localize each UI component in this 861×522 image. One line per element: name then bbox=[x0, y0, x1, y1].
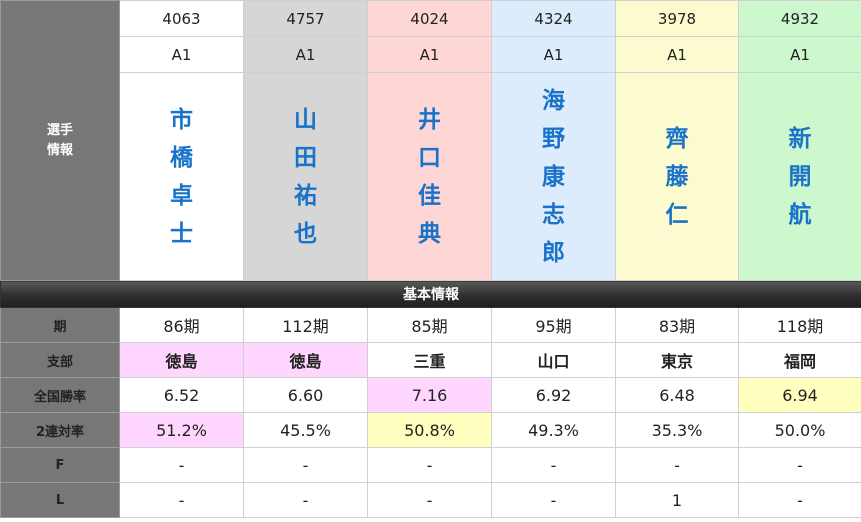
racer-class: A1 bbox=[243, 36, 368, 73]
f-row: F - - - - - - bbox=[0, 447, 861, 483]
racer-number: 4932 bbox=[738, 0, 861, 37]
racer-name-cell: 齊 藤 仁 bbox=[615, 72, 739, 281]
branch-value: 東京 bbox=[615, 342, 739, 378]
l-row: L - - - - 1 - bbox=[0, 482, 861, 518]
racer-name-row: 市 橋 卓 士 山 田 祐 也 井 口 佳 典 海 野 康 志 郎 齊 藤 仁 … bbox=[1, 72, 861, 281]
racer-table: 選手 情報 4063 4757 4024 4324 3978 4932 A1 A… bbox=[0, 0, 861, 518]
win-rate-value: 7.16 bbox=[367, 377, 492, 413]
branch-row: 支部 徳島 徳島 三重 山口 東京 福岡 bbox=[0, 342, 861, 378]
f-value: - bbox=[738, 447, 861, 483]
f-value: - bbox=[119, 447, 244, 483]
racer-name-link[interactable]: 新 開 航 bbox=[789, 126, 812, 228]
period-label: 期 bbox=[0, 307, 120, 343]
win-rate-row: 全国勝率 6.52 6.60 7.16 6.92 6.48 6.94 bbox=[0, 377, 861, 413]
win-rate-value: 6.48 bbox=[615, 377, 739, 413]
win-rate-value: 6.60 bbox=[243, 377, 368, 413]
period-value: 86期 bbox=[119, 307, 244, 343]
win-rate-label: 全国勝率 bbox=[0, 377, 120, 413]
racer-number: 4324 bbox=[491, 0, 616, 37]
racer-name-link[interactable]: 齊 藤 仁 bbox=[666, 126, 689, 228]
branch-value: 福岡 bbox=[738, 342, 861, 378]
win-rate-value: 6.92 bbox=[491, 377, 616, 413]
racer-number: 4757 bbox=[243, 0, 368, 37]
l-value: 1 bbox=[615, 482, 739, 518]
two-rate-value: 35.3% bbox=[615, 412, 739, 448]
racer-number: 4063 bbox=[119, 0, 244, 37]
two-rate-label: 2連対率 bbox=[0, 412, 120, 448]
racer-class: A1 bbox=[615, 36, 739, 73]
racer-name-link[interactable]: 市 橋 卓 士 bbox=[170, 107, 193, 247]
f-label: F bbox=[0, 447, 120, 483]
f-value: - bbox=[615, 447, 739, 483]
branch-value: 徳島 bbox=[243, 342, 368, 378]
branch-value: 山口 bbox=[491, 342, 616, 378]
branch-label: 支部 bbox=[0, 342, 120, 378]
win-rate-value: 6.94 bbox=[738, 377, 861, 413]
racer-number-row: 選手 情報 4063 4757 4024 4324 3978 4932 bbox=[0, 0, 861, 281]
racer-name-cell: 市 橋 卓 士 bbox=[119, 72, 244, 281]
racer-class-row: A1 A1 A1 A1 A1 A1 bbox=[1, 36, 861, 73]
two-rate-value: 45.5% bbox=[243, 412, 368, 448]
player-info-label-text: 選手 情報 bbox=[46, 122, 73, 158]
racer-name-cell: 井 口 佳 典 bbox=[367, 72, 492, 281]
two-rate-value: 50.8% bbox=[367, 412, 492, 448]
l-value: - bbox=[119, 482, 244, 518]
two-rate-row: 2連対率 51.2% 45.5% 50.8% 49.3% 35.3% 50.0% bbox=[0, 412, 861, 448]
period-value: 85期 bbox=[367, 307, 492, 343]
racer-number: 4024 bbox=[367, 0, 492, 37]
racer-name-cell: 新 開 航 bbox=[738, 72, 861, 281]
racer-class: A1 bbox=[738, 36, 861, 73]
racer-comparison-panel: 選手 情報 4063 4757 4024 4324 3978 4932 A1 A… bbox=[0, 0, 861, 522]
two-rate-value: 51.2% bbox=[119, 412, 244, 448]
branch-value: 三重 bbox=[367, 342, 492, 378]
l-value: - bbox=[243, 482, 368, 518]
player-info-label: 選手 情報 bbox=[0, 0, 120, 281]
f-value: - bbox=[367, 447, 492, 483]
period-value: 118期 bbox=[738, 307, 861, 343]
racer-class: A1 bbox=[367, 36, 492, 73]
racer-name-link[interactable]: 山 田 祐 也 bbox=[294, 107, 317, 247]
l-label: L bbox=[0, 482, 120, 518]
period-row: 期 86期 112期 85期 95期 83期 118期 bbox=[0, 307, 861, 343]
racer-number: 3978 bbox=[615, 0, 739, 37]
win-rate-value: 6.52 bbox=[119, 377, 244, 413]
l-value: - bbox=[738, 482, 861, 518]
period-value: 95期 bbox=[491, 307, 616, 343]
section-header-row: 基本情報 bbox=[0, 280, 861, 308]
racer-name-link[interactable]: 井 口 佳 典 bbox=[418, 107, 441, 247]
section-title: 基本情報 bbox=[0, 280, 861, 308]
f-value: - bbox=[243, 447, 368, 483]
branch-value: 徳島 bbox=[119, 342, 244, 378]
racer-class: A1 bbox=[491, 36, 616, 73]
period-value: 83期 bbox=[615, 307, 739, 343]
f-value: - bbox=[491, 447, 616, 483]
racer-name-cell: 山 田 祐 也 bbox=[243, 72, 368, 281]
l-value: - bbox=[491, 482, 616, 518]
l-value: - bbox=[367, 482, 492, 518]
racer-name-link[interactable]: 海 野 康 志 郎 bbox=[542, 88, 565, 266]
two-rate-value: 50.0% bbox=[738, 412, 861, 448]
racer-name-cell: 海 野 康 志 郎 bbox=[491, 72, 616, 281]
racer-class: A1 bbox=[119, 36, 244, 73]
period-value: 112期 bbox=[243, 307, 368, 343]
two-rate-value: 49.3% bbox=[491, 412, 616, 448]
